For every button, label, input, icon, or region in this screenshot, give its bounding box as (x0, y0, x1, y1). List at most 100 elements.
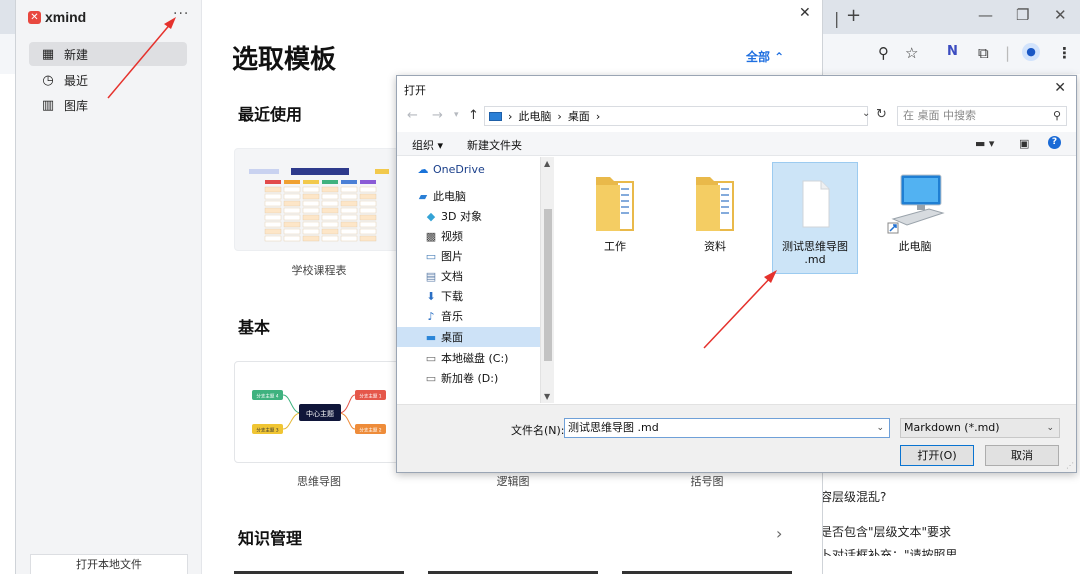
new-tab-button[interactable]: + (846, 5, 861, 26)
filetype-select[interactable]: Markdown (*.md) ⌄ (900, 418, 1060, 438)
folder-icon (696, 177, 734, 231)
tree-item-videos[interactable]: ▩ 视频 (397, 226, 540, 246)
tree-item-music[interactable]: ♪ 音乐 (397, 306, 540, 326)
browser-close-button[interactable]: ✕ (1054, 6, 1067, 24)
extension-n-icon[interactable]: N (947, 44, 958, 59)
tree-item-downloads[interactable]: ⬇ 下载 (397, 286, 540, 306)
tree-item-desktop[interactable]: ▬ 桌面 (397, 327, 540, 347)
chevron-right-icon[interactable]: › (776, 524, 782, 543)
scroll-thumb[interactable] (544, 209, 552, 361)
scroll-up-icon[interactable]: ▲ (544, 159, 550, 168)
computer-icon (887, 174, 945, 234)
timetable-cell (283, 235, 301, 242)
mindmap-branch-text: 分支主题 2 (359, 427, 381, 434)
timetable-cell (302, 200, 320, 207)
nav-item-new[interactable]: ▦ 新建 (29, 42, 187, 66)
timetable-cell (359, 235, 377, 242)
timetable-cell (340, 186, 358, 193)
open-button[interactable]: 打开(O) (900, 445, 974, 466)
disk-icon: ▭ (425, 371, 437, 385)
address-dropdown-icon[interactable]: ⌄ (862, 108, 870, 119)
profile-avatar-icon[interactable]: ● (1022, 43, 1040, 61)
timetable-cell (359, 200, 377, 207)
search-icon: ⚲ (1052, 109, 1061, 122)
timetable-cell (321, 228, 339, 235)
template-card-school-timetable[interactable] (234, 148, 404, 251)
tree-item-3d-objects[interactable]: ◆ 3D 对象 (397, 206, 540, 226)
filter-dropdown[interactable]: 全部 ⌃ (746, 48, 784, 65)
extensions-puzzle-icon[interactable]: ⧉ (978, 44, 989, 62)
template-label-school-timetable: 学校课程表 (291, 264, 347, 277)
nav-item-recent[interactable]: ◷ 最近 (29, 68, 187, 92)
timetable-header-cell (360, 180, 376, 184)
tree-scrollbar[interactable]: ▲ ▼ (540, 157, 554, 403)
timetable-cell (264, 221, 282, 228)
library-icon: ▥ (41, 97, 55, 113)
forward-arrow-icon[interactable]: → (432, 108, 443, 123)
xmind-close-button[interactable]: ✕ (799, 5, 811, 21)
open-local-file-button[interactable]: 打开本地文件 (30, 554, 188, 574)
recent-dropdown-icon[interactable]: ▾ (454, 110, 459, 120)
dialog-close-button[interactable]: ✕ (1054, 80, 1066, 96)
timetable-cell (340, 214, 358, 221)
file-item-folder-work[interactable]: 工作 (572, 163, 658, 253)
monitor-icon (489, 111, 502, 121)
tree-item-disk-d[interactable]: ▭ 新加卷 (D:) (397, 368, 540, 388)
chevron-down-icon[interactable]: ⌄ (876, 419, 884, 437)
tree-item-disk-c[interactable]: ▭ 本地磁盘 (C:) (397, 348, 540, 368)
minimize-button[interactable]: — (978, 6, 993, 24)
timetable-cell (321, 221, 339, 228)
search-input[interactable]: 在 桌面 中搜索 ⚲ (897, 106, 1067, 126)
timetable-cell (359, 221, 377, 228)
up-arrow-icon[interactable]: ↑ (468, 108, 479, 123)
xmind-app-name: xmind (45, 9, 87, 25)
timetable-cell (302, 214, 320, 221)
search-placeholder: 在 桌面 中搜索 (903, 109, 976, 122)
tree-item-pictures[interactable]: ▭ 图片 (397, 246, 540, 266)
browser-menu-icon[interactable]: ⋮ (1057, 44, 1072, 62)
timetable-cell (340, 207, 358, 214)
timetable-cell (359, 214, 377, 221)
tree-item-documents[interactable]: ▤ 文档 (397, 266, 540, 286)
mindmap-branch-text: 分支主题 3 (256, 427, 278, 434)
filename-input[interactable]: 测试思维导图 .md ⌄ (564, 418, 890, 438)
tree-item-label: 文档 (441, 270, 463, 283)
resize-grip-icon[interactable]: ⋰ (1066, 461, 1074, 470)
preview-pane-icon[interactable]: ▣ (1019, 137, 1029, 150)
tree-item-onedrive[interactable]: ☁ OneDrive (397, 159, 540, 179)
view-mode-icon[interactable]: ▬ ▾ (975, 137, 994, 150)
organize-menu[interactable]: 组织 ▾ (412, 137, 443, 153)
back-arrow-icon[interactable]: ← (407, 108, 418, 123)
toolbar-divider: | (1005, 44, 1011, 62)
cancel-button[interactable]: 取消 (985, 445, 1059, 466)
file-item-md-selected[interactable]: 测试思维导图 .md (772, 162, 858, 274)
nav-item-library[interactable]: ▥ 图库 (29, 93, 187, 117)
bookmark-star-icon[interactable]: ☆ (905, 44, 918, 62)
refresh-icon[interactable]: ↻ (876, 107, 887, 122)
timetable-cell (340, 235, 358, 242)
scroll-down-icon[interactable]: ▼ (544, 392, 550, 401)
file-name: 此电脑 (898, 240, 932, 253)
file-item-folder-materials[interactable]: 资料 (672, 163, 758, 253)
more-options-button[interactable]: ··· (173, 6, 189, 22)
timetable-cell (321, 207, 339, 214)
template-label-mindmap: 思维导图 (297, 475, 341, 488)
address-bar[interactable]: › 此电脑 › 桌面 › (484, 106, 868, 126)
restore-button[interactable]: ❐ (1016, 6, 1029, 24)
timetable-cell (302, 228, 320, 235)
template-card-mindmap[interactable]: 中心主题 分支主题 4 分支主题 1 分支主题 3 分支主题 2 (234, 361, 404, 463)
timetable-cell (321, 186, 339, 193)
breadcrumb-item[interactable]: 桌面 (568, 108, 590, 124)
tree-item-label: 本地磁盘 (C:) (441, 352, 509, 365)
chevron-down-icon[interactable]: ⌄ (1046, 419, 1054, 437)
xmind-logo: ✕ xmind (28, 9, 86, 25)
zoom-icon[interactable]: ⚲ (878, 44, 889, 62)
help-icon[interactable]: ? (1048, 136, 1061, 149)
breadcrumb-item[interactable]: 此电脑 (518, 108, 551, 124)
timetable-cell (264, 186, 282, 193)
tree-item-this-pc[interactable]: ▰ 此电脑 (397, 186, 540, 206)
new-folder-button[interactable]: 新建文件夹 (467, 137, 522, 153)
file-item-this-pc[interactable]: 此电脑 (872, 163, 958, 253)
section-title-basic: 基本 (238, 318, 271, 337)
bg-text-line-1: 容层级混乱? (820, 490, 887, 504)
